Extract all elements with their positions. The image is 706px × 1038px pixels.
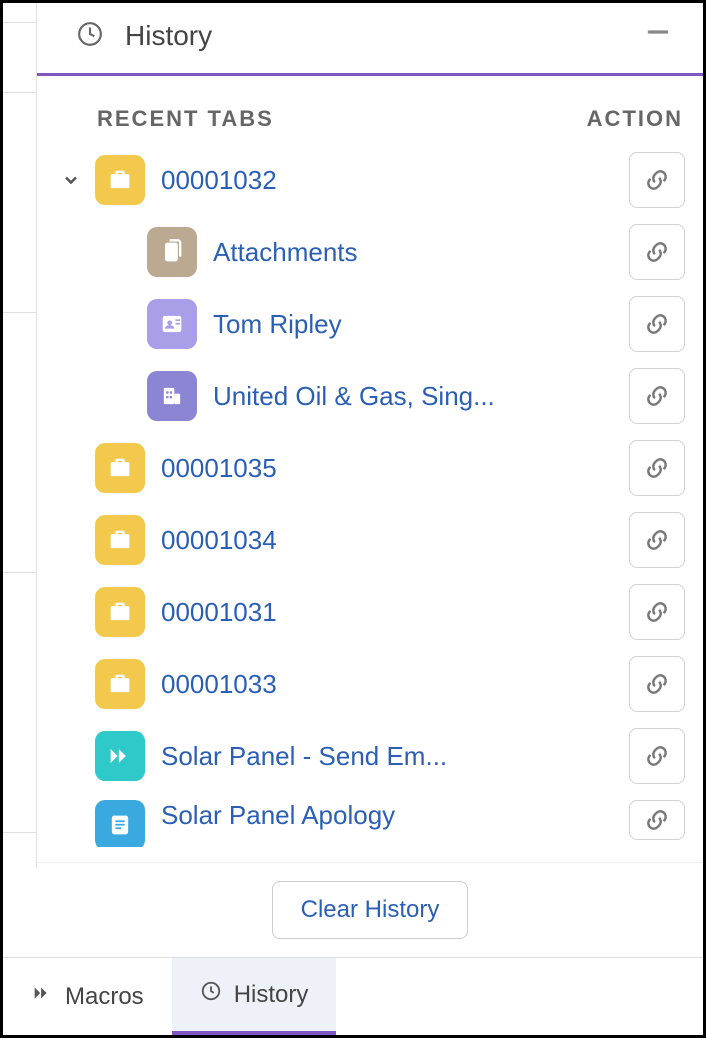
left-rail [3,3,37,868]
rail-segment [3,23,36,93]
item-label[interactable]: Attachments [213,237,617,268]
list-item[interactable]: 00001034 [47,504,685,576]
history-icon [77,21,103,52]
rail-segment [3,313,36,573]
columns-header: RECENT TABS ACTION [37,76,703,144]
utility-tabs: Macros History [3,957,703,1035]
account-icon [147,371,197,421]
contact-icon [147,299,197,349]
link-button[interactable] [629,800,685,840]
chevron-down-icon[interactable] [47,170,95,190]
link-button[interactable] [629,728,685,784]
item-label[interactable]: 00001035 [161,453,617,484]
clear-bar: Clear History [37,862,703,957]
list-item[interactable]: 00001031 [47,576,685,648]
panel-title: History [125,20,212,52]
item-label[interactable]: Tom Ripley [213,309,617,340]
rail-segment [3,573,36,833]
item-label[interactable]: Solar Panel - Send Em... [161,741,617,772]
column-action: ACTION [563,106,683,132]
list-item[interactable]: Tom Ripley [47,288,685,360]
list-item[interactable]: Solar Panel - Send Em... [47,720,685,792]
panel-header: History [37,3,703,76]
item-label[interactable]: 00001031 [161,597,617,628]
history-icon [200,980,222,1009]
history-panel: History RECENT TABS ACTION 00001032 [37,3,703,957]
case-icon [95,443,145,493]
list-item[interactable]: United Oil & Gas, Sing... [47,360,685,432]
list-item[interactable]: Attachments [47,216,685,288]
list-item[interactable]: 00001033 [47,648,685,720]
item-label[interactable]: United Oil & Gas, Sing... [213,381,617,412]
recent-tabs-list: 00001032 Attachments Tom Ripley [37,144,703,957]
minimize-button[interactable] [641,19,675,53]
item-label[interactable]: 00001032 [161,165,617,196]
link-button[interactable] [629,152,685,208]
case-icon [95,515,145,565]
list-item[interactable]: 00001035 [47,432,685,504]
column-recent-tabs: RECENT TABS [97,106,563,132]
tab-macros[interactable]: Macros [3,958,172,1035]
link-button[interactable] [629,224,685,280]
item-label[interactable]: Solar Panel Apology [161,800,617,831]
case-icon [95,659,145,709]
tab-history[interactable]: History [172,958,337,1035]
tab-label: Macros [65,983,144,1011]
link-button[interactable] [629,296,685,352]
macros-icon [31,982,53,1011]
case-icon [95,155,145,205]
case-icon [95,587,145,637]
list-item[interactable]: 00001032 [47,144,685,216]
link-button[interactable] [629,512,685,568]
rail-segment [3,93,36,313]
document-icon [95,800,145,847]
item-label[interactable]: 00001033 [161,669,617,700]
rail-segment [3,3,36,23]
link-button[interactable] [629,656,685,712]
link-button[interactable] [629,368,685,424]
attachments-icon [147,227,197,277]
macro-icon [95,731,145,781]
tab-label: History [234,981,309,1009]
item-label[interactable]: 00001034 [161,525,617,556]
link-button[interactable] [629,440,685,496]
clear-history-button[interactable]: Clear History [272,881,469,939]
link-button[interactable] [629,584,685,640]
list-item[interactable]: Solar Panel Apology [47,792,685,847]
